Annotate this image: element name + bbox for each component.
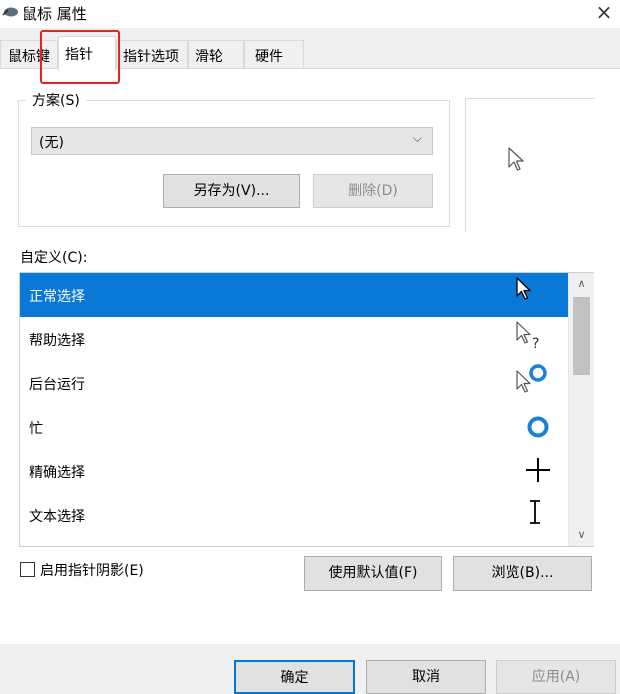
list-item-label: 文本选择 (29, 509, 85, 525)
list-item[interactable]: 正常选择 (20, 273, 569, 317)
save-as-button[interactable]: 另存为(V)... (163, 174, 300, 208)
scroll-up-icon[interactable]: ∧ (569, 273, 594, 295)
close-button[interactable]: × (592, 0, 616, 24)
scheme-value: (无) (39, 135, 64, 151)
list-item-label: 帮助选择 (29, 333, 85, 349)
chevron-down-icon: ⌵ (412, 131, 422, 145)
working-in-background-cursor-icon (516, 364, 547, 393)
cursor-preview (465, 98, 595, 232)
list-item-label: 后台运行 (29, 377, 85, 393)
busy-cursor-icon (527, 416, 549, 438)
delete-button: 删除(D) (313, 174, 433, 208)
list-item-label: 忙 (29, 421, 43, 437)
scroll-thumb[interactable] (573, 297, 590, 375)
ok-button[interactable]: 确定 (234, 660, 355, 694)
list-item[interactable]: 精确选择 (20, 449, 569, 493)
list-item[interactable]: 忙 (20, 405, 569, 449)
crosshair-cursor-icon (526, 458, 550, 482)
list-item-label: 正常选择 (29, 289, 85, 305)
arrow-cursor-icon (508, 147, 524, 171)
svg-text:?: ? (532, 336, 539, 351)
list-item[interactable]: 后台运行 (20, 361, 569, 405)
list-item[interactable]: 文本选择 (20, 493, 569, 537)
use-default-button[interactable]: 使用默认值(F) (304, 556, 442, 591)
arrow-cursor-icon (516, 277, 531, 300)
tab-wheel[interactable]: 滑轮 (188, 40, 244, 68)
browse-button[interactable]: 浏览(B)... (453, 556, 592, 591)
shadow-checkbox[interactable] (20, 562, 35, 577)
shadow-label: 启用指针阴影(E) (40, 563, 144, 579)
list-item[interactable]: 帮助选择 ? (20, 317, 569, 361)
customize-label: 自定义(C): (20, 250, 88, 266)
mouse-icon (2, 7, 18, 17)
scheme-label: 方案(S) (26, 90, 86, 110)
tab-hardware[interactable]: 硬件 (244, 40, 304, 68)
tab-pointer-options[interactable]: 指针选项 (116, 40, 188, 68)
list-item-label: 精确选择 (29, 465, 85, 481)
apply-button: 应用(A) (496, 660, 616, 694)
scroll-down-icon[interactable]: ∨ (569, 524, 594, 546)
highlight-annotation (40, 30, 120, 84)
pointer-list[interactable]: 正常选择 帮助选择 ? 后台运行 忙 精确选择 文本选择 (19, 272, 594, 547)
scheme-dropdown[interactable]: (无) ⌵ (31, 127, 433, 155)
scrollbar[interactable]: ∧ ∨ (568, 273, 594, 546)
help-cursor-icon: ? (516, 321, 539, 351)
window-title: 鼠标 属性 (22, 5, 87, 23)
title-bar (0, 0, 620, 28)
text-cursor-icon (530, 500, 540, 524)
cancel-button[interactable]: 取消 (366, 660, 486, 694)
